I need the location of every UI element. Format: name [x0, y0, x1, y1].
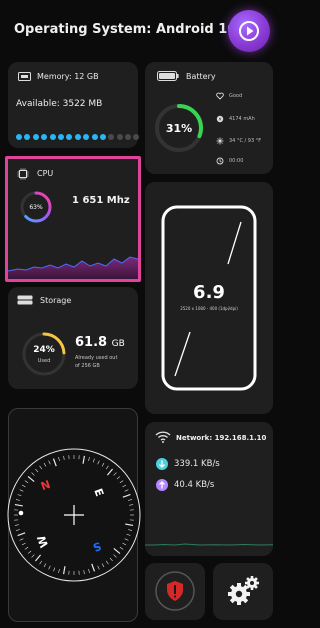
gear-tooth [228, 592, 232, 596]
network-title: Network: 192.168.1.10 [176, 434, 267, 442]
shield-alert-icon [155, 571, 195, 611]
memory-dot [74, 134, 81, 140]
storage-description-line-2: of 256 GB [75, 363, 100, 369]
storage-title: Storage [40, 296, 72, 305]
display-card[interactable]: 6.9 2520 x 1080 - 400 (1dpi/dpi) [145, 182, 273, 414]
memory-dot [99, 134, 106, 140]
cpu-usage-graph [8, 256, 138, 279]
play-button[interactable] [228, 10, 270, 52]
memory-dot [49, 134, 56, 140]
compass-card[interactable]: N E S W [7, 408, 141, 622]
cpu-frequency: 1 651 Mhz [72, 195, 130, 206]
memory-dot [24, 134, 31, 140]
battery-percent: 31% [165, 122, 193, 135]
cpu-card[interactable]: CPU 63% 1 651 Mhz [5, 156, 141, 282]
download-icon [156, 458, 168, 470]
memory-usage-dots [16, 125, 140, 144]
gears-icon [228, 576, 259, 605]
cpu-title: CPU [37, 169, 54, 178]
play-icon [239, 21, 259, 41]
capacity-icon [216, 115, 224, 123]
storage-size: 61.8 GB [75, 335, 125, 350]
page-title: Operating System: Android 16 [14, 22, 237, 37]
display-size: 6.9 [193, 282, 225, 303]
memory-title: Memory: 12 GB [37, 72, 99, 81]
memory-chip-icon [18, 72, 31, 81]
settings-button[interactable] [213, 563, 273, 620]
storage-description: Already used out of 256 GB [75, 354, 117, 370]
health-icon [216, 92, 224, 100]
storage-percent: 24% [33, 345, 55, 355]
memory-dot [57, 134, 64, 140]
memory-dot [125, 134, 132, 140]
download-speed: 339.1 KB/s [174, 459, 220, 469]
security-button[interactable] [145, 563, 205, 620]
memory-dot [91, 134, 98, 140]
memory-dot [32, 134, 39, 140]
battery-card[interactable]: Battery 31% Good 4174 mAh 34 °C / 93 °F … [145, 62, 273, 174]
battery-health: Good [229, 93, 243, 99]
gear-tooth [250, 587, 254, 590]
storage-size-value: 61.8 [75, 335, 108, 350]
upload-icon [156, 479, 168, 491]
battery-icon [157, 71, 179, 81]
storage-size-unit: GB [111, 339, 125, 349]
wifi-icon [155, 431, 171, 443]
gear-tooth [256, 581, 259, 585]
memory-card[interactable]: Memory: 12 GB Available: 3522 MB [8, 62, 140, 148]
memory-dot [108, 134, 115, 140]
gear-tooth [246, 592, 250, 596]
battery-capacity: 4174 mAh [229, 116, 255, 122]
memory-available: Available: 3522 MB [16, 99, 103, 109]
network-card[interactable]: Network: 192.168.1.10 339.1 KB/s 40.4 KB… [145, 422, 273, 556]
memory-dot [66, 134, 73, 140]
storage-description-line-1: Already used out [75, 355, 118, 361]
battery-temperature: 34 °C / 93 °F [229, 138, 262, 144]
clock-icon [216, 157, 224, 165]
temperature-icon [216, 137, 224, 145]
memory-dot [16, 134, 22, 140]
gear-tooth [237, 583, 241, 587]
storage-card[interactable]: Storage 24% Used 61.8 GB Already used ou… [8, 287, 138, 389]
memory-dot [41, 134, 48, 140]
compass-dial [7, 448, 141, 582]
storage-used-label: Used [37, 358, 51, 364]
gear-tooth [245, 581, 248, 585]
display-details: 2520 x 1080 - 400 (1dpi/dpi) [180, 306, 238, 311]
battery-title: Battery [186, 72, 216, 81]
memory-dot [116, 134, 123, 140]
memory-dot [133, 134, 140, 140]
gear-tooth [237, 601, 241, 605]
network-traffic-graph [145, 543, 273, 546]
cpu-chip-icon [17, 168, 29, 180]
gear-tooth [250, 576, 254, 579]
cpu-usage-percent: 63% [29, 204, 43, 211]
memory-dot [83, 134, 90, 140]
storage-drive-icon [17, 295, 33, 305]
upload-speed: 40.4 KB/s [174, 480, 215, 490]
battery-time: 00:00 [229, 158, 244, 164]
